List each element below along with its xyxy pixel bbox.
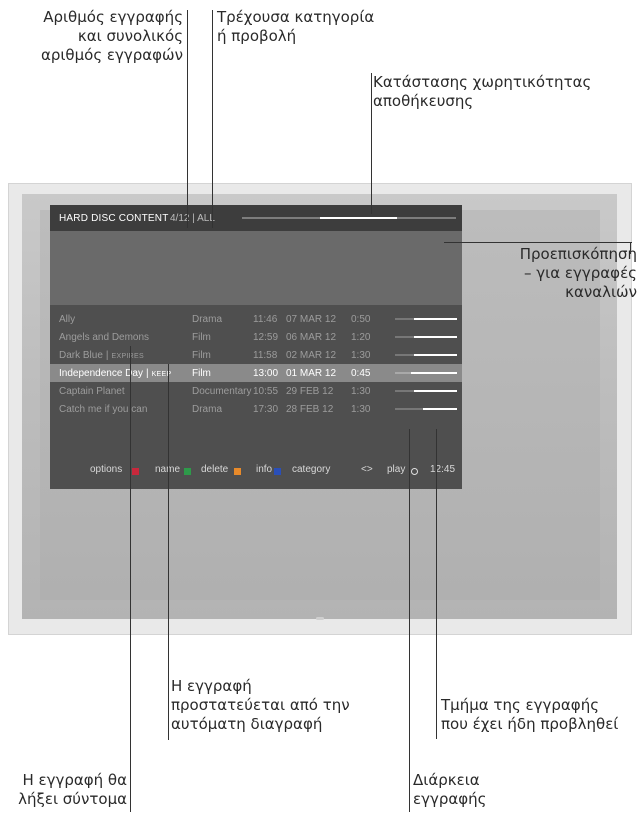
- watched-progress-bar: [395, 372, 457, 374]
- watched-progress-fill: [395, 372, 411, 374]
- green-button-icon: [184, 468, 191, 475]
- recording-duration: 1:30: [351, 350, 371, 361]
- tag-separator: |: [105, 350, 109, 361]
- watched-progress-fill: [395, 336, 414, 338]
- blue-button-icon: [274, 468, 281, 475]
- storage-capacity-bar: [242, 217, 456, 219]
- recording-row[interactable]: Independence Day | KEEP Film 13:00 01 MAR 12 0…: [50, 364, 462, 382]
- category-label[interactable]: category: [292, 464, 330, 475]
- watched-progress-fill: [395, 390, 414, 392]
- recording-category: Drama: [192, 404, 223, 415]
- recording-row[interactable]: Dark Blue | EXPIRES Film 11:58 02 MAR 12 1:30: [50, 346, 462, 364]
- recording-date: 02 MAR 12: [286, 350, 337, 361]
- play-label[interactable]: play: [387, 464, 405, 475]
- annotation-watched-part: Τμήμα της εγγραφής που έχει ήδη προβληθε…: [441, 696, 619, 733]
- hard-disc-content-menu: HARD DISC CONTENT 4/12 | ALL Ally Drama 11…: [50, 205, 462, 489]
- recording-name: Catch me if you can: [59, 404, 148, 415]
- recording-name: Ally: [59, 314, 76, 325]
- annotated-screenshot: HARD DISC CONTENT 4/12 | ALL Ally Drama 11…: [0, 0, 641, 817]
- watched-progress-bar: [395, 408, 457, 410]
- recording-title: Independence Day | KEEP: [59, 368, 171, 379]
- category-arrows-icon: <>: [361, 464, 373, 475]
- leader-watched-part: [436, 429, 437, 739]
- leader-expires-soon: [130, 346, 131, 812]
- watched-progress-fill: [395, 408, 423, 410]
- recording-category: Film: [192, 350, 211, 361]
- recording-row[interactable]: Catch me if you can Drama 17:30 28 FEB 12 1:…: [50, 400, 462, 418]
- red-button-icon: [132, 468, 139, 475]
- leader-preview-end: [630, 242, 631, 254]
- clock: 12:45: [430, 464, 456, 475]
- storage-capacity-fill: [320, 217, 398, 219]
- recording-row[interactable]: Angels and Demons Film 12:59 06 MAR 12 1:20: [50, 328, 462, 346]
- recording-duration: 0:50: [351, 314, 371, 325]
- tv-indicator: [316, 617, 324, 620]
- recording-name: Dark Blue: [59, 350, 103, 361]
- annotation-duration: Διάρκεια εγγραφής: [413, 771, 487, 808]
- recording-duration: 1:30: [351, 404, 371, 415]
- watched-progress-fill: [395, 318, 414, 320]
- info-label[interactable]: info: [256, 464, 272, 475]
- watched-progress-bar: [395, 336, 457, 338]
- record-counter: 4/12 | ALL: [170, 213, 215, 224]
- watched-progress-fill: [395, 354, 414, 356]
- recording-category: Drama: [192, 314, 223, 325]
- recording-name: Captain Planet: [59, 386, 125, 397]
- recording-date: 01 MAR 12: [286, 368, 337, 379]
- leader-record-number: [187, 10, 188, 228]
- annotation-preview: Προεπισκόπηση – για εγγραφές καναλιών: [519, 245, 637, 301]
- leader-storage-capacity: [371, 73, 372, 214]
- annotation-storage-capacity: Κατάστασης χωρητικότητας αποθήκευσης: [373, 73, 592, 110]
- tag-separator: |: [145, 368, 149, 379]
- options-label[interactable]: options: [90, 464, 122, 475]
- recording-time: 11:58: [253, 350, 278, 361]
- leader-current-category: [212, 10, 213, 228]
- recording-title: Ally: [59, 314, 75, 325]
- count-separator: |: [192, 213, 195, 224]
- recording-duration: 0:45: [351, 368, 371, 379]
- recording-time: 10:55: [253, 386, 279, 397]
- recordings-list: Ally Drama 11:46 07 MAR 12 0:50 Angels and De…: [50, 310, 462, 418]
- recording-title: Captain Planet: [59, 386, 125, 397]
- play-circle-icon: [411, 468, 418, 475]
- recording-time: 12:59: [253, 332, 279, 343]
- recording-date: 29 FEB 12: [286, 386, 334, 397]
- menu-title: HARD DISC CONTENT: [59, 213, 169, 224]
- watched-progress-bar: [395, 390, 457, 392]
- recording-duration: 1:30: [351, 386, 371, 397]
- annotation-record-number: Αριθμός εγγραφής και συνολικός αριθμός ε…: [40, 8, 183, 64]
- recording-category: Film: [192, 368, 211, 379]
- delete-label[interactable]: delete: [201, 464, 228, 475]
- recording-duration: 1:20: [351, 332, 371, 343]
- recording-row[interactable]: Captain Planet Documentary 10:55 29 FEB 12 1…: [50, 382, 462, 400]
- recording-tag: EXPIRES: [111, 353, 144, 360]
- recording-time: 13:00: [253, 368, 279, 379]
- watched-progress-bar: [395, 318, 457, 320]
- recording-category: Documentary: [192, 386, 252, 397]
- leader-protected: [168, 364, 169, 740]
- preview-area: [50, 231, 462, 305]
- recording-row[interactable]: Ally Drama 11:46 07 MAR 12 0:50: [50, 310, 462, 328]
- leader-preview: [444, 242, 632, 243]
- annotation-protected: Η εγγραφή προστατεύεται από την αυτόματη…: [171, 677, 350, 733]
- leader-duration: [409, 429, 410, 812]
- annotation-expires-soon: Η εγγραφή θα λήξει σύντομα: [18, 771, 127, 808]
- recording-date: 28 FEB 12: [286, 404, 334, 415]
- watched-progress-bar: [395, 354, 457, 356]
- recording-name: Angels and Demons: [59, 332, 150, 343]
- recording-title: Dark Blue | EXPIRES: [59, 350, 144, 361]
- recording-category: Film: [192, 332, 211, 343]
- recording-title: Angels and Demons: [59, 332, 149, 343]
- menu-header: HARD DISC CONTENT 4/12 | ALL: [50, 205, 462, 231]
- recording-time: 11:46: [253, 314, 278, 325]
- annotation-current-category: Τρέχουσα κατηγορία ή προβολή: [217, 8, 375, 45]
- menu-footer: options name delete info category <> pla…: [50, 464, 462, 478]
- recording-date: 07 MAR 12: [286, 314, 337, 325]
- recording-time: 17:30: [253, 404, 279, 415]
- recording-date: 06 MAR 12: [286, 332, 337, 343]
- recording-title: Catch me if you can: [59, 404, 147, 415]
- orange-button-icon: [234, 468, 241, 475]
